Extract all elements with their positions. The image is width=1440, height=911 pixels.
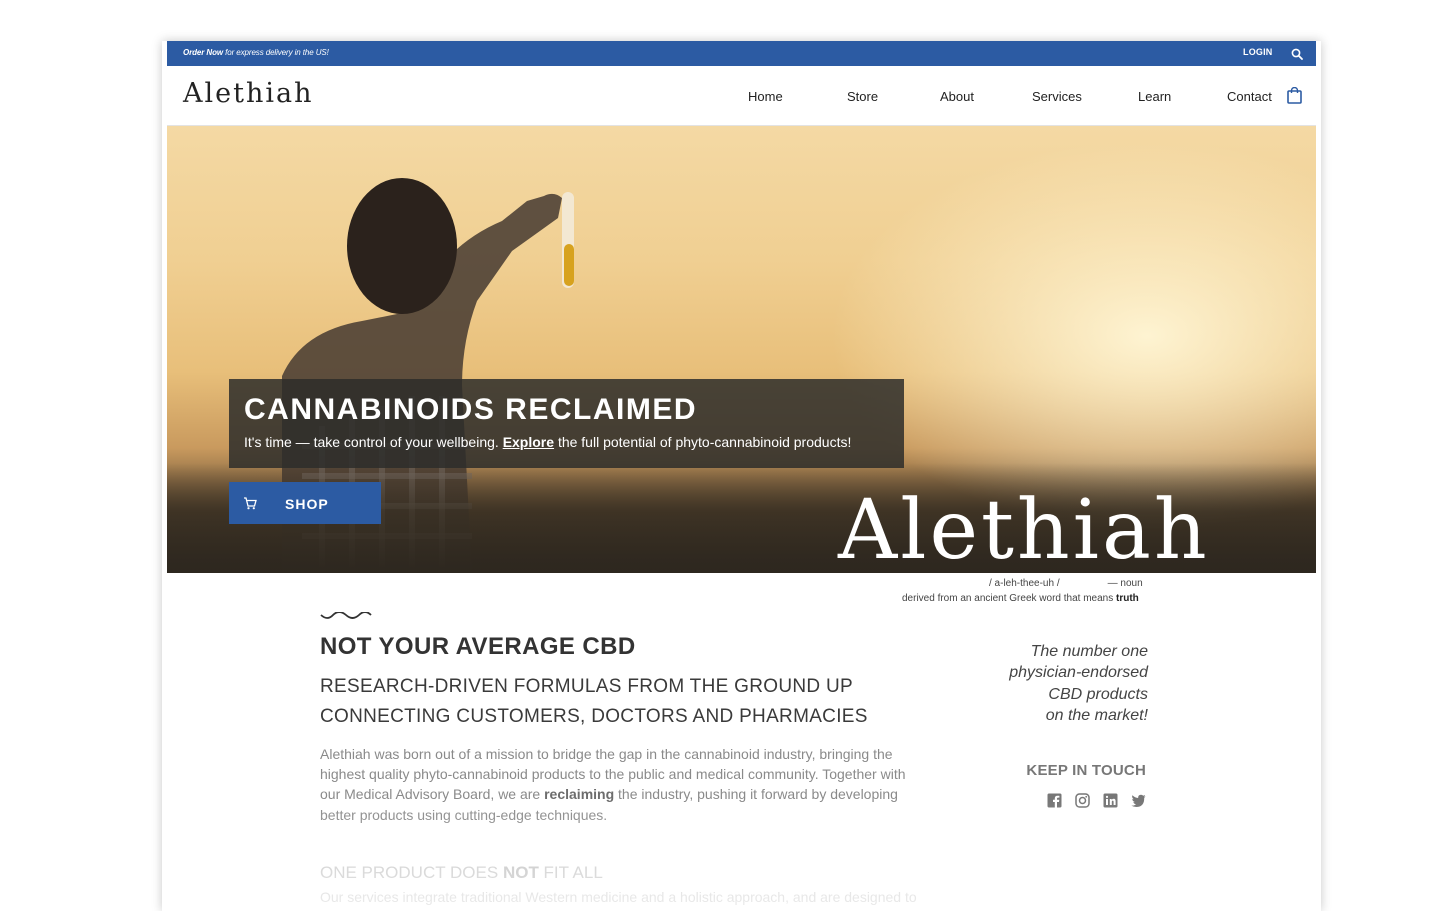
keep-in-touch-heading: KEEP IN TOUCH xyxy=(1026,762,1146,779)
word-derivation: derived from an ancient Greek word that … xyxy=(902,593,1139,604)
hero-wordmark: Alethiah xyxy=(838,483,1210,573)
nav-store[interactable]: Store xyxy=(847,89,878,104)
squiggle-divider-icon xyxy=(320,612,372,619)
announcement-bar: Order Now for express delivery in the US… xyxy=(167,41,1316,66)
facebook-icon[interactable] xyxy=(1047,793,1062,808)
search-icon[interactable] xyxy=(1291,47,1303,60)
nav-learn[interactable]: Learn xyxy=(1138,89,1171,104)
main-header: Alethiah Home Store About Services Learn… xyxy=(167,66,1316,126)
nav-about[interactable]: About xyxy=(940,89,974,104)
section-heading: NOT YOUR AVERAGE CBD xyxy=(320,633,636,660)
section-subheading-1: RESEARCH-DRIVEN FORMULAS FROM THE GROUND… xyxy=(320,676,853,697)
instagram-icon[interactable] xyxy=(1075,793,1090,808)
twitter-icon[interactable] xyxy=(1131,793,1146,808)
about-paragraph: Alethiah was born out of a mission to br… xyxy=(320,746,906,823)
shop-button-label: SHOP xyxy=(285,496,329,512)
promo-text[interactable]: Order Now for express delivery in the US… xyxy=(183,48,329,57)
section-subheading-2: CONNECTING CUSTOMERS, DOCTORS AND PHARMA… xyxy=(320,706,868,727)
hero-title: CANNABINOIDS RECLAIMED xyxy=(244,393,697,426)
nav-home[interactable]: Home xyxy=(748,89,783,104)
page-frame: Order Now for express delivery in the US… xyxy=(162,41,1321,911)
linkedin-icon[interactable] xyxy=(1103,793,1118,808)
sidebar-tagline: The number one physician-endorsed CBD pr… xyxy=(1009,643,1148,724)
hero-banner: CANNABINOIDS RECLAIMED It's time — take … xyxy=(229,379,904,468)
hero-subtitle: It's time — take control of your wellbei… xyxy=(244,434,852,450)
cart-icon xyxy=(243,496,257,510)
nav-contact[interactable]: Contact xyxy=(1227,89,1272,104)
nav-services[interactable]: Services xyxy=(1032,89,1082,104)
explore-link[interactable]: Explore xyxy=(503,434,554,450)
hero-section: CANNABINOIDS RECLAIMED It's time — take … xyxy=(167,126,1316,573)
shop-button[interactable]: SHOP xyxy=(229,482,381,524)
shopping-bag-icon[interactable] xyxy=(1287,86,1302,104)
section2-heading: ONE PRODUCT DOES NOT FIT ALL xyxy=(320,863,603,882)
login-link[interactable]: LOGIN xyxy=(1243,47,1273,57)
site-logo[interactable]: Alethiah xyxy=(183,78,313,109)
pronunciation: / a-leh-thee-uh / — noun xyxy=(989,578,1143,589)
section2-text: Our services integrate traditional Weste… xyxy=(320,889,917,905)
